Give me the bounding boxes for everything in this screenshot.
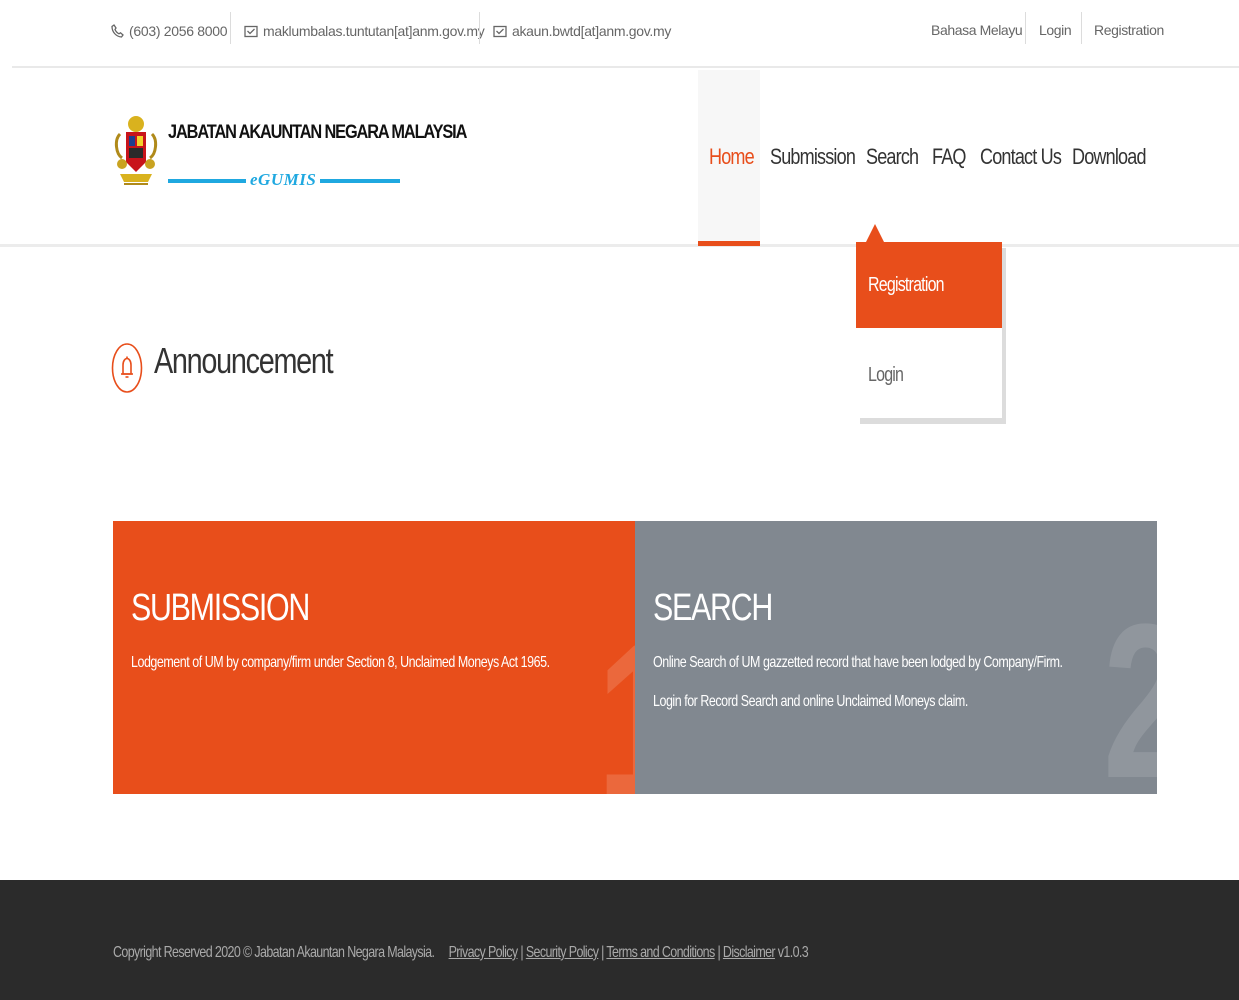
logo-subtitle: eGUMIS bbox=[250, 170, 317, 189]
divider bbox=[1081, 12, 1082, 44]
email-link-2[interactable]: akaun.bwtd[at]anm.gov.my bbox=[512, 23, 671, 39]
envelope-icon bbox=[493, 25, 507, 37]
nav-home[interactable]: Home bbox=[709, 140, 755, 174]
email-contact-2[interactable]: akaun.bwtd[at]anm.gov.my bbox=[493, 18, 671, 44]
top-registration-link[interactable]: Registration bbox=[1094, 17, 1164, 43]
divider bbox=[230, 12, 231, 44]
footer: Copyright Reserved 2020 © Jabatan Akaunt… bbox=[0, 880, 1239, 1000]
panel-number-two: 2 bbox=[1103, 591, 1157, 794]
nav-download[interactable]: Download bbox=[1072, 140, 1146, 174]
terms-conditions-link[interactable]: Terms and Conditions bbox=[606, 944, 715, 961]
top-login-link[interactable]: Login bbox=[1039, 17, 1072, 43]
privacy-policy-link[interactable]: Privacy Policy bbox=[449, 944, 519, 961]
security-policy-link[interactable]: Security Policy bbox=[526, 944, 599, 961]
footer-text: Copyright Reserved 2020 © Jabatan Akaunt… bbox=[113, 944, 809, 961]
crest-logo bbox=[114, 116, 158, 185]
nav-contact-us[interactable]: Contact Us bbox=[980, 140, 1062, 174]
logo-underline-right bbox=[320, 179, 400, 183]
language-link[interactable]: Bahasa Melayu bbox=[931, 17, 1023, 43]
top-bar: (603) 2056 8000 maklumbalas.tuntutan[at]… bbox=[0, 0, 1239, 66]
topbar-divider bbox=[12, 66, 1239, 68]
dropdown-item-login[interactable]: Login bbox=[856, 332, 1002, 418]
divider bbox=[479, 12, 480, 44]
phone-contact: (603) 2056 8000 bbox=[111, 18, 228, 44]
logo-underline-left bbox=[168, 179, 246, 183]
nav-faq[interactable]: FAQ bbox=[932, 140, 966, 174]
dropdown-item-label: Registration bbox=[868, 274, 945, 296]
panel-number-one: 1 bbox=[597, 611, 635, 794]
dropdown-caret bbox=[866, 224, 884, 242]
envelope-icon bbox=[244, 25, 258, 37]
nav-active-indicator bbox=[698, 241, 760, 246]
dropdown-item-registration[interactable]: Registration bbox=[856, 242, 1002, 328]
phone-icon bbox=[111, 24, 124, 38]
nav-submission[interactable]: Submission bbox=[770, 140, 856, 174]
bell-icon bbox=[111, 343, 143, 393]
submission-description: Lodgement of UM by company/firm under Se… bbox=[131, 654, 550, 671]
dropdown-item-label: Login bbox=[868, 364, 904, 386]
header-divider bbox=[0, 244, 1239, 247]
announcement-title: Announcement bbox=[154, 340, 334, 381]
search-description-2: Login for Record Search and online Uncla… bbox=[653, 693, 968, 710]
nav-search[interactable]: Search bbox=[866, 140, 919, 174]
search-description-1: Online Search of UM gazzetted record tha… bbox=[653, 654, 1063, 671]
submission-title: SUBMISSION bbox=[131, 587, 310, 629]
search-title: SEARCH bbox=[653, 587, 773, 629]
copyright-text: Copyright Reserved 2020 © Jabatan Akaunt… bbox=[113, 944, 435, 961]
phone-number: (603) 2056 8000 bbox=[129, 23, 228, 39]
version-text: v1.0.3 bbox=[777, 944, 809, 961]
divider bbox=[1025, 12, 1026, 44]
email-contact-1[interactable]: maklumbalas.tuntutan[at]anm.gov.my bbox=[244, 18, 485, 44]
submission-panel[interactable]: 1 SUBMISSION Lodgement of UM by company/… bbox=[113, 521, 635, 794]
disclaimer-link[interactable]: Disclaimer bbox=[723, 944, 776, 961]
search-dropdown-menu: Registration Login bbox=[856, 242, 1002, 418]
site-logo[interactable]: JABATAN AKAUNTAN NEGARA MALAYSIA eGUMIS bbox=[112, 110, 467, 206]
email-link-1[interactable]: maklumbalas.tuntutan[at]anm.gov.my bbox=[263, 23, 485, 39]
logo-title: JABATAN AKAUNTAN NEGARA MALAYSIA bbox=[168, 122, 467, 143]
search-panel[interactable]: 2 SEARCH Online Search of UM gazzetted r… bbox=[635, 521, 1157, 794]
